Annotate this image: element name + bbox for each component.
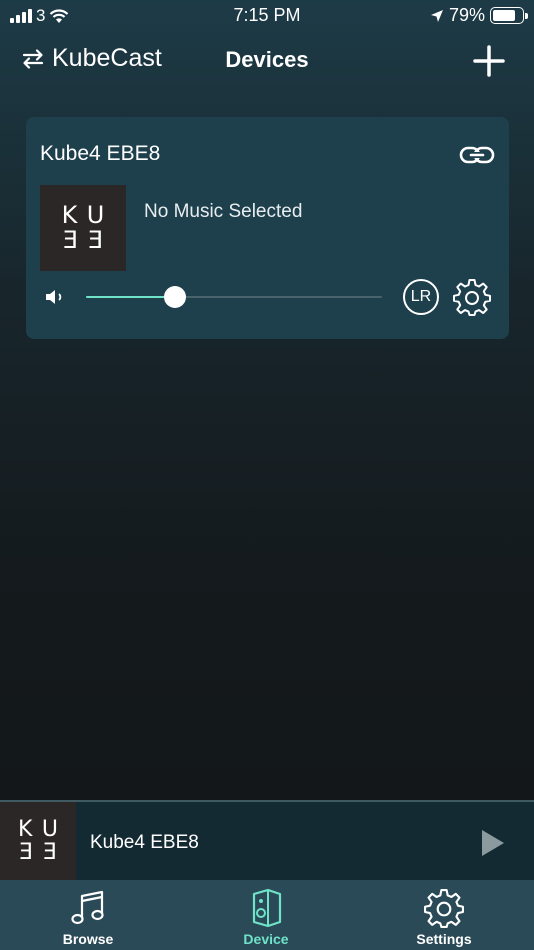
- speaker-icon: [252, 888, 282, 928]
- slider-fill: [86, 296, 175, 298]
- gear-icon: [424, 889, 464, 928]
- tab-settings[interactable]: Settings: [384, 880, 504, 950]
- header: KubeCast Devices: [0, 36, 534, 86]
- tab-browse[interactable]: Browse: [28, 880, 148, 950]
- add-device-button[interactable]: [472, 44, 506, 78]
- track-status: No Music Selected: [144, 201, 303, 222]
- logo-bottom-text: ƎƎ: [62, 226, 114, 254]
- kube-logo: KU ƎƎ: [40, 185, 126, 271]
- tab-device[interactable]: Device: [206, 880, 326, 950]
- volume-slider[interactable]: [86, 286, 382, 308]
- volume-icon[interactable]: [44, 288, 70, 306]
- mini-logo-top-text: KU: [18, 816, 68, 842]
- music-note-icon: [71, 890, 104, 925]
- location-arrow-icon: [430, 9, 443, 22]
- tab-bar: Browse Device Settings: [0, 880, 534, 950]
- page-title: Devices: [225, 47, 309, 72]
- battery-icon: [490, 7, 528, 24]
- device-settings-gear-icon[interactable]: [453, 278, 491, 316]
- mini-player-logo: KU ƎƎ: [0, 802, 76, 880]
- slider-thumb[interactable]: [163, 286, 186, 308]
- tab-settings-label: Settings: [416, 931, 472, 947]
- battery-percent: 79%: [448, 5, 485, 25]
- logo-top-text: KU: [61, 200, 115, 229]
- status-bar: 3 7:15 PM 79%: [0, 0, 534, 32]
- tab-browse-label: Browse: [62, 931, 114, 947]
- tab-device-label: Device: [243, 931, 289, 947]
- device-name: Kube4 EBE8: [40, 142, 161, 165]
- play-button-icon[interactable]: [480, 828, 506, 858]
- status-right: 79%: [430, 5, 528, 26]
- channel-lr-button[interactable]: LR: [403, 279, 439, 315]
- mini-player[interactable]: KU ƎƎ Kube4 EBE8: [0, 800, 534, 880]
- mini-player-device-name: Kube4 EBE8: [90, 832, 199, 853]
- mini-logo-bottom-text: ƎƎ: [19, 840, 67, 865]
- link-icon[interactable]: [459, 143, 495, 167]
- device-card[interactable]: Kube4 EBE8 KU ƎƎ No Music Selected LR: [26, 117, 509, 339]
